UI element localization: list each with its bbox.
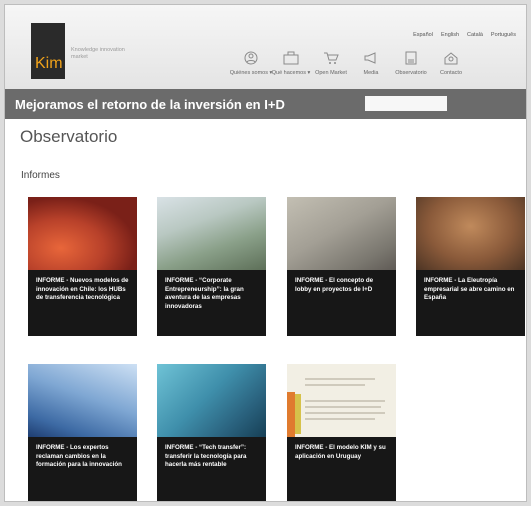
- report-card[interactable]: INFORME - “Tech transfer”: transferir la…: [157, 364, 266, 501]
- report-caption: INFORME - “Corporate Entrepreneurship”: …: [165, 277, 244, 310]
- nav-item-contacto[interactable]: Contacto: [431, 50, 471, 76]
- hero-banner: Mejoramos el retorno de la inversión en …: [5, 89, 526, 119]
- document-icon: [402, 50, 420, 66]
- document-line: [305, 406, 381, 408]
- section-title: Informes: [21, 170, 60, 181]
- nav-label: Media: [363, 70, 379, 76]
- report-caption: INFORME - El modelo KIM y su aplicación …: [295, 444, 386, 460]
- cart-icon: [322, 50, 340, 66]
- nav-label: Quiénes somos ▾: [229, 70, 273, 76]
- document-line: [305, 378, 375, 380]
- banner-title: Mejoramos el retorno de la inversión en …: [15, 97, 285, 112]
- report-caption: INFORME - Los expertos reclaman cambios …: [36, 444, 122, 468]
- report-thumbnail: [28, 364, 137, 437]
- nav-item-quienes-somos[interactable]: Quiénes somos ▾: [229, 50, 273, 76]
- logo-text: Kim: [35, 55, 63, 72]
- nav-label: Observatorio: [395, 70, 427, 76]
- report-card[interactable]: INFORME - El modelo KIM y su aplicación …: [287, 364, 396, 501]
- nav-label: Open Market: [315, 70, 347, 76]
- report-caption: INFORME - Nuevos modelos de innovación e…: [36, 277, 129, 301]
- nav-item-observatorio[interactable]: Observatorio: [391, 50, 431, 76]
- document-line: [305, 384, 365, 386]
- nav-item-open-market[interactable]: Open Market: [311, 50, 351, 76]
- report-caption: INFORME - El concepto de lobby en proyec…: [295, 277, 374, 293]
- page-title: Observatorio: [20, 127, 118, 146]
- briefcase-icon: [282, 50, 300, 66]
- report-card[interactable]: INFORME - El concepto de lobby en proyec…: [287, 197, 396, 336]
- report-thumbnail: [287, 364, 396, 437]
- search-input[interactable]: [365, 96, 447, 111]
- people-icon: [242, 50, 260, 66]
- report-card[interactable]: INFORME - Nuevos modelos de innovación e…: [28, 197, 137, 336]
- document-line: [305, 400, 385, 402]
- language-link-ca[interactable]: Català: [467, 32, 483, 38]
- report-caption: INFORME - “Tech transfer”: transferir la…: [165, 444, 247, 468]
- report-card[interactable]: INFORME - La Eleutropía empresarial se a…: [416, 197, 525, 336]
- document-line: [305, 418, 375, 420]
- report-thumbnail: [157, 197, 266, 270]
- document-stripe: [295, 394, 301, 434]
- report-thumbnail: [287, 197, 396, 270]
- language-link-en[interactable]: English: [441, 32, 459, 38]
- language-link-es[interactable]: Español: [413, 32, 433, 38]
- logo-tagline: Knowledge innovation market: [71, 47, 125, 60]
- report-thumbnail: [28, 197, 137, 270]
- document-line: [305, 412, 385, 414]
- nav-item-media[interactable]: Media: [351, 50, 391, 76]
- main-nav: Quiénes somos ▾ Qué hacemos ▾ Open Marke…: [229, 50, 471, 76]
- report-card[interactable]: INFORME - Los expertos reclaman cambios …: [28, 364, 137, 501]
- language-link-pt[interactable]: Português: [491, 32, 516, 38]
- site-header: Kim Knowledge innovation market Español …: [5, 5, 526, 89]
- language-switcher: Español English Català Português: [413, 32, 516, 38]
- report-thumbnail: [157, 364, 266, 437]
- nav-label: Qué hacemos ▾: [271, 70, 311, 76]
- browser-viewport: Kim Knowledge innovation market Español …: [4, 4, 527, 502]
- nav-item-que-hacemos[interactable]: Qué hacemos ▾: [271, 50, 311, 76]
- report-card[interactable]: INFORME - “Corporate Entrepreneurship”: …: [157, 197, 266, 336]
- kim-logo[interactable]: Kim: [31, 23, 65, 79]
- document-stripe: [287, 392, 295, 437]
- contact-icon: [442, 50, 460, 66]
- nav-label: Contacto: [439, 70, 462, 76]
- report-thumbnail: [416, 197, 525, 270]
- report-caption: INFORME - La Eleutropía empresarial se a…: [424, 277, 515, 301]
- megaphone-icon: [362, 50, 380, 66]
